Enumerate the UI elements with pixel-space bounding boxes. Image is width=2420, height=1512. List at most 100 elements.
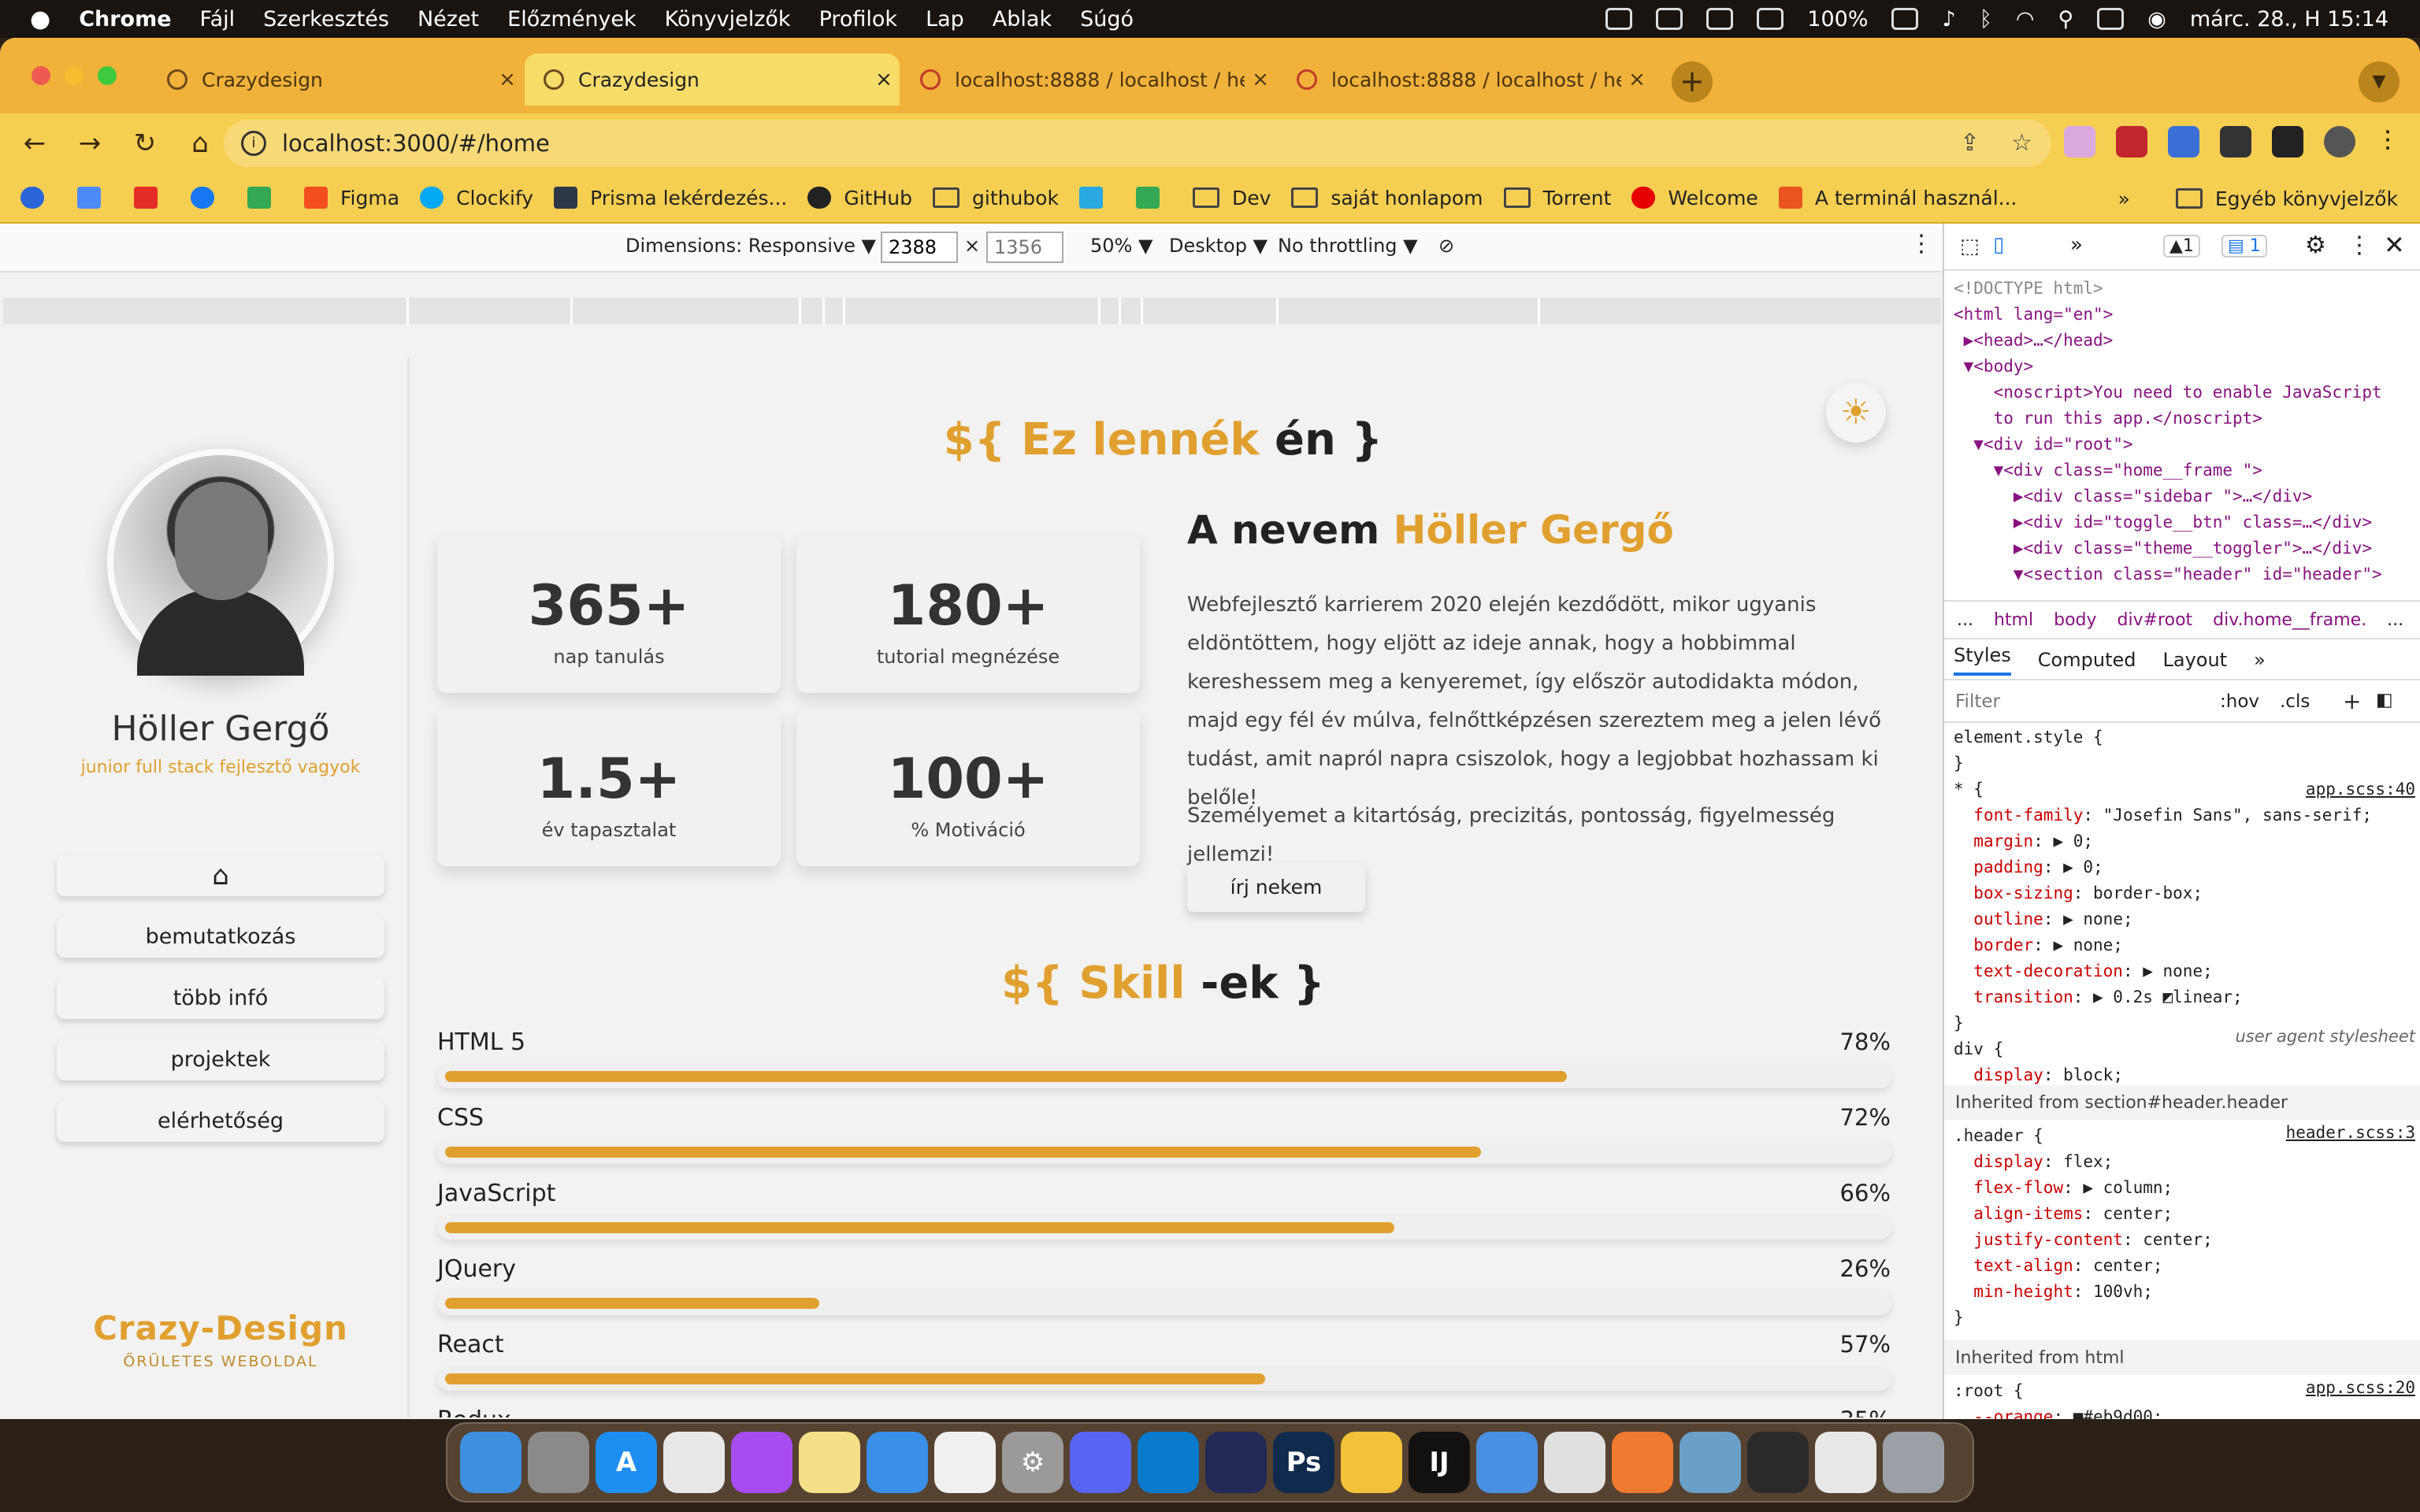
share-icon[interactable]: ⇪ [1960,129,1980,157]
ruler-segment[interactable] [1141,298,1143,324]
source-link[interactable]: header.scss:3 [2286,1123,2415,1142]
css-line[interactable]: margin: ▶ 0; [1954,828,2372,854]
dock-final-cut-icon[interactable] [1747,1432,1809,1493]
css-line[interactable]: justify-content: center; [1954,1227,2212,1253]
dock-notes2-icon[interactable] [1341,1432,1402,1493]
rotate-icon[interactable]: ⊘ [1438,235,1454,257]
new-tab-button[interactable]: + [1672,61,1713,102]
menu-item-file[interactable]: Fájl [200,7,236,32]
source-link[interactable]: app.scss:20 [2306,1378,2415,1397]
device-type-select[interactable]: Desktop ▼ [1169,235,1268,257]
address-bar[interactable]: i localhost:3000/#/home ⇪ ☆ [224,120,2051,167]
add-rule-icon[interactable]: + [2343,688,2361,714]
forward-arrow-icon[interactable]: → [69,128,110,159]
control-center-icon[interactable] [2097,8,2125,30]
bookmark-welcome[interactable]: Welcome [1631,187,1758,209]
more-vert-icon[interactable]: ⋮ [2376,126,2400,158]
sidebar-item-elerhetoseg[interactable]: elérhetőség [57,1101,384,1142]
bookmark-terminal[interactable]: A terminál használ... [1778,187,2017,209]
dock-app-store-icon[interactable]: A [596,1432,657,1493]
css-line[interactable]: display: flex; [1954,1149,2213,1175]
css-line[interactable]: } [1954,1305,2213,1331]
keyboard-icon[interactable] [1757,8,1784,30]
bookmark-q[interactable] [20,187,57,209]
css-line[interactable]: .header { [1954,1123,2213,1149]
dom-node[interactable]: to run this app.</noscript> [1954,406,2262,432]
back-arrow-icon[interactable]: ← [14,128,55,159]
dock-mail-icon[interactable] [867,1432,928,1493]
bookmark-clockify[interactable]: Clockify [420,187,533,209]
extension-icon-2[interactable] [2116,126,2147,158]
bookmarks-overflow-button[interactable]: » [2118,187,2130,210]
css-line[interactable]: border: ▶ none; [1954,932,2372,958]
ruler-segment[interactable] [406,298,409,324]
messages-badge[interactable]: ▤ 1 [2221,235,2267,258]
computed-sidebar-icon[interactable]: ◧ [2376,690,2393,710]
hov-button[interactable]: :hov [2220,691,2259,712]
bookmark-star-icon[interactable]: ☆ [2011,129,2032,157]
sidepanel-icon[interactable] [2272,126,2303,158]
source-link[interactable]: app.scss:40 [2306,780,2415,799]
dock-ij-icon[interactable]: IJ [1409,1432,1470,1493]
device-more-icon[interactable]: ⋮ [1910,230,1933,258]
tab-computed[interactable]: Computed [2038,649,2136,671]
creative-cloud-icon[interactable] [1605,8,1633,30]
tab-more[interactable]: » [2254,649,2266,671]
site-info-icon[interactable]: i [241,131,266,156]
tab-styles[interactable]: Styles [1954,644,2011,676]
extension-icon-1[interactable] [2064,126,2095,158]
dom-node[interactable]: ▶<head>…</head> [1954,328,2114,354]
dock-launchpad-icon[interactable] [528,1432,589,1493]
dimensions-select[interactable]: Dimensions: Responsive ▼ [625,235,876,257]
warnings-badge[interactable]: ▲1 [2163,235,2200,258]
css-line[interactable]: font-family: "Josefin Sans", sans-serif; [1954,802,2372,828]
tab-close-icon[interactable]: × [492,68,523,91]
breadcrumb-item[interactable]: html [1994,610,2033,630]
breadcrumb-item[interactable]: ... [2387,610,2403,630]
menu-app-name[interactable]: Chrome [79,7,171,32]
device-width-input[interactable] [881,232,958,263]
bookmark-drive[interactable] [247,187,284,209]
dock-vs-code-icon[interactable] [1138,1432,1199,1493]
dom-node[interactable]: ▼<section class="header" id="header"> [1954,561,2382,587]
bookmark-dev[interactable]: Dev [1192,187,1271,209]
breadcrumb-item[interactable]: body [2054,610,2096,630]
cls-button[interactable]: .cls [2280,691,2310,712]
settings-gear-icon[interactable]: ⚙ [2305,232,2326,259]
breadcrumb-item[interactable]: ... [1957,610,1973,630]
bookmark-maps[interactable] [1135,187,1172,209]
menu-item-view[interactable]: Nézet [418,7,479,32]
dom-node[interactable]: ▶<div class="sidebar ">…</div> [1954,484,2312,510]
dom-node[interactable]: ▶<div class="theme__toggler">…</div> [1954,536,2372,561]
css-line[interactable]: transition: ▶ 0.2s ◩linear; [1954,984,2372,1010]
sidebar-item-home[interactable]: ⌂ [57,855,384,896]
extensions-puzzle-icon[interactable] [2220,126,2251,158]
other-bookmarks[interactable]: Egyéb könyvjelzők [2175,187,2398,210]
tab-close-icon[interactable]: × [1245,68,1276,91]
css-line[interactable]: padding: ▶ 0; [1954,854,2372,880]
device-toggle-icon[interactable]: ▯ [1993,233,2004,257]
css-line[interactable]: text-decoration: ▶ none; [1954,958,2372,984]
logo-text[interactable]: Crazy-Design [32,1309,410,1347]
dom-node[interactable]: ▼<div class="home__frame "> [1954,458,2262,484]
css-line[interactable]: element.style { [1954,724,2372,750]
ruler-segment[interactable] [570,298,573,324]
tab-crazydesign-1[interactable]: Crazydesign × [148,54,523,106]
close-window-button[interactable] [32,66,50,85]
elephant-icon[interactable] [1656,8,1683,30]
device-height-input[interactable] [986,232,1063,263]
home-icon[interactable]: ⌂ [180,128,221,159]
ruler-segment[interactable] [1098,298,1101,324]
dom-node[interactable]: <noscript>You need to enable JavaScript [1954,380,2382,406]
siri-icon[interactable]: ◉ [2147,7,2166,32]
bookmark-translate[interactable] [77,187,113,209]
bookmark-github[interactable]: GitHub [807,187,912,209]
url-text[interactable]: localhost:3000/#/home [282,130,550,157]
sidebar-item-projektek[interactable]: projektek [57,1040,384,1080]
dock-messenger-icon[interactable] [731,1432,792,1493]
dock-notes-icon[interactable] [799,1432,860,1493]
maximize-window-button[interactable] [98,66,117,85]
tab-phpmyadmin-2[interactable]: localhost:8888 / localhost / he × [1278,54,1653,106]
dom-node[interactable]: <html lang="en"> [1954,302,2113,328]
media-query-ruler[interactable] [3,298,1941,324]
